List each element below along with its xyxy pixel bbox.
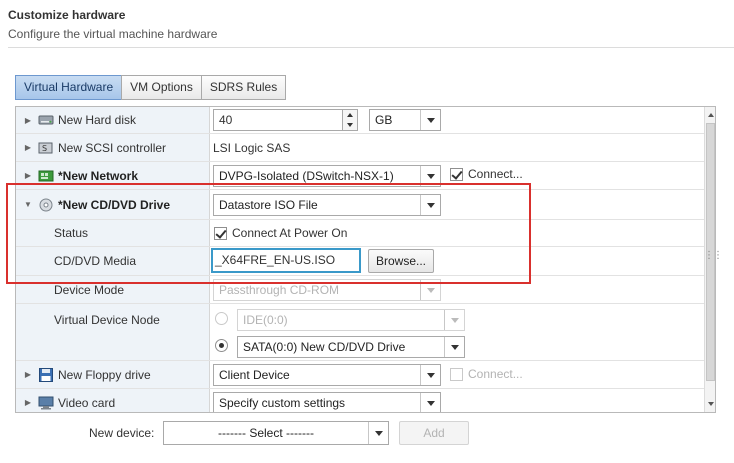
- chevron-down-icon: [444, 337, 464, 357]
- status-label: Status: [54, 226, 89, 240]
- network-select[interactable]: DVPG-Isolated (DSwitch-NSX-1): [213, 165, 441, 187]
- device-mode-label: Device Mode: [54, 282, 125, 297]
- disk-unit-select[interactable]: GB: [369, 109, 441, 131]
- scsi-controller-type: LSI Logic SAS: [213, 140, 291, 155]
- connect-at-power-on-checkbox[interactable]: [214, 226, 227, 240]
- video-card-icon: [38, 396, 54, 410]
- header-divider: [8, 47, 734, 48]
- cd-dvd-source-select[interactable]: Datastore ISO File: [213, 194, 441, 216]
- row-device-mode: Device Mode Passthrough CD-ROM: [16, 276, 704, 304]
- network-connect-checkbox[interactable]: [450, 167, 463, 181]
- network-connect-label: Connect...: [468, 167, 523, 181]
- row-scsi-controller: ▶ S New SCSI controller LSI Logic SAS: [16, 134, 704, 162]
- new-device-label: New device:: [89, 426, 155, 440]
- new-device-select[interactable]: ------- Select -------: [163, 421, 389, 445]
- scsi-controller-icon: S: [38, 141, 54, 155]
- row-network: ▶ *New Network DVPG-Isolated (DSwitch-NS…: [16, 162, 704, 190]
- page-subtitle: Configure the virtual machine hardware: [8, 27, 218, 41]
- row-cd-dvd-media: CD/DVD Media _X64FRE_EN-US.ISO Browse...: [16, 247, 704, 276]
- stepper-up-icon[interactable]: [343, 110, 357, 120]
- connect-at-power-on-toggle[interactable]: Connect At Power On: [214, 226, 347, 240]
- row-label: *New CD/DVD Drive: [58, 197, 171, 212]
- row-status: Status Connect At Power On: [16, 220, 704, 247]
- row-label: New Hard disk: [58, 113, 137, 127]
- chevron-down-icon: [420, 166, 440, 186]
- row-cd-dvd-drive: ▼ *New CD/DVD Drive Datastore ISO File: [16, 190, 704, 220]
- row-label: New SCSI controller: [58, 140, 167, 155]
- chevron-down-icon: [420, 365, 440, 385]
- chevron-down-icon: [420, 280, 440, 300]
- expand-arrow-icon[interactable]: ▶: [22, 171, 34, 180]
- chevron-down-icon: [420, 393, 440, 412]
- ide-node-select: IDE(0:0): [237, 309, 465, 331]
- row-floppy-drive: ▶ New Floppy drive Client Device Connect…: [16, 361, 704, 389]
- ide-radio[interactable]: [215, 312, 228, 325]
- tab-virtual-hardware[interactable]: Virtual Hardware: [15, 75, 123, 100]
- network-connect-toggle[interactable]: Connect...: [450, 167, 523, 181]
- row-label: *New Network: [58, 168, 139, 183]
- add-device-button[interactable]: Add: [399, 421, 469, 445]
- chevron-down-icon: [368, 422, 388, 444]
- connect-at-power-on-label: Connect At Power On: [232, 226, 348, 240]
- cd-dvd-media-field[interactable]: _X64FRE_EN-US.ISO: [211, 248, 361, 273]
- expand-arrow-icon[interactable]: ▶: [22, 370, 34, 379]
- tab-sdrs-rules[interactable]: SDRS Rules: [200, 75, 287, 100]
- sata-radio[interactable]: [215, 339, 228, 352]
- scroll-up-icon[interactable]: [705, 108, 715, 122]
- page-title: Customize hardware: [8, 8, 126, 22]
- row-virtual-device-node: Virtual Device Node IDE(0:0) SATA(0:0) N…: [16, 304, 704, 361]
- resize-grip-icon[interactable]: ⋮⋮: [704, 250, 723, 261]
- svg-text:S: S: [42, 144, 47, 153]
- floppy-connect-checkbox: [450, 367, 463, 381]
- stepper-down-icon[interactable]: [343, 120, 357, 130]
- expand-arrow-icon[interactable]: ▶: [22, 143, 34, 152]
- tab-bar: Virtual Hardware VM Options SDRS Rules: [15, 75, 287, 100]
- expand-arrow-icon[interactable]: ▶: [22, 398, 34, 407]
- chevron-down-icon: [420, 110, 440, 130]
- row-hard-disk: ▶ New Hard disk 40 GB: [16, 107, 704, 134]
- expand-arrow-icon[interactable]: ▶: [22, 116, 34, 125]
- hardware-grid: ▶ New Hard disk 40 GB ▶ S New SCSI contr…: [15, 106, 716, 413]
- floppy-connect-label: Connect...: [468, 367, 523, 381]
- disk-size-stepper[interactable]: [342, 109, 358, 131]
- video-card-select[interactable]: Specify custom settings: [213, 392, 441, 412]
- row-label: New Floppy drive: [58, 367, 151, 382]
- network-adapter-icon: [38, 169, 54, 183]
- floppy-icon: [38, 367, 54, 382]
- chevron-down-icon: [420, 195, 440, 215]
- media-label: CD/DVD Media: [54, 254, 137, 268]
- floppy-select[interactable]: Client Device: [213, 364, 441, 386]
- cd-dvd-icon: [38, 198, 54, 212]
- scroll-down-icon[interactable]: [705, 397, 715, 411]
- vdn-label: Virtual Device Node: [54, 313, 160, 327]
- tab-vm-options[interactable]: VM Options: [121, 75, 202, 100]
- row-video-card: ▶ Video card Specify custom settings: [16, 389, 704, 412]
- floppy-connect-toggle: Connect...: [450, 367, 523, 381]
- chevron-down-icon: [444, 310, 464, 330]
- row-label: Video card: [58, 395, 116, 410]
- collapse-arrow-icon[interactable]: ▼: [22, 200, 34, 209]
- disk-size-input[interactable]: 40: [213, 109, 343, 131]
- browse-button[interactable]: Browse...: [368, 249, 435, 273]
- hard-disk-icon: [38, 113, 54, 127]
- device-mode-select: Passthrough CD-ROM: [213, 279, 441, 301]
- sata-node-select[interactable]: SATA(0:0) New CD/DVD Drive: [237, 336, 465, 358]
